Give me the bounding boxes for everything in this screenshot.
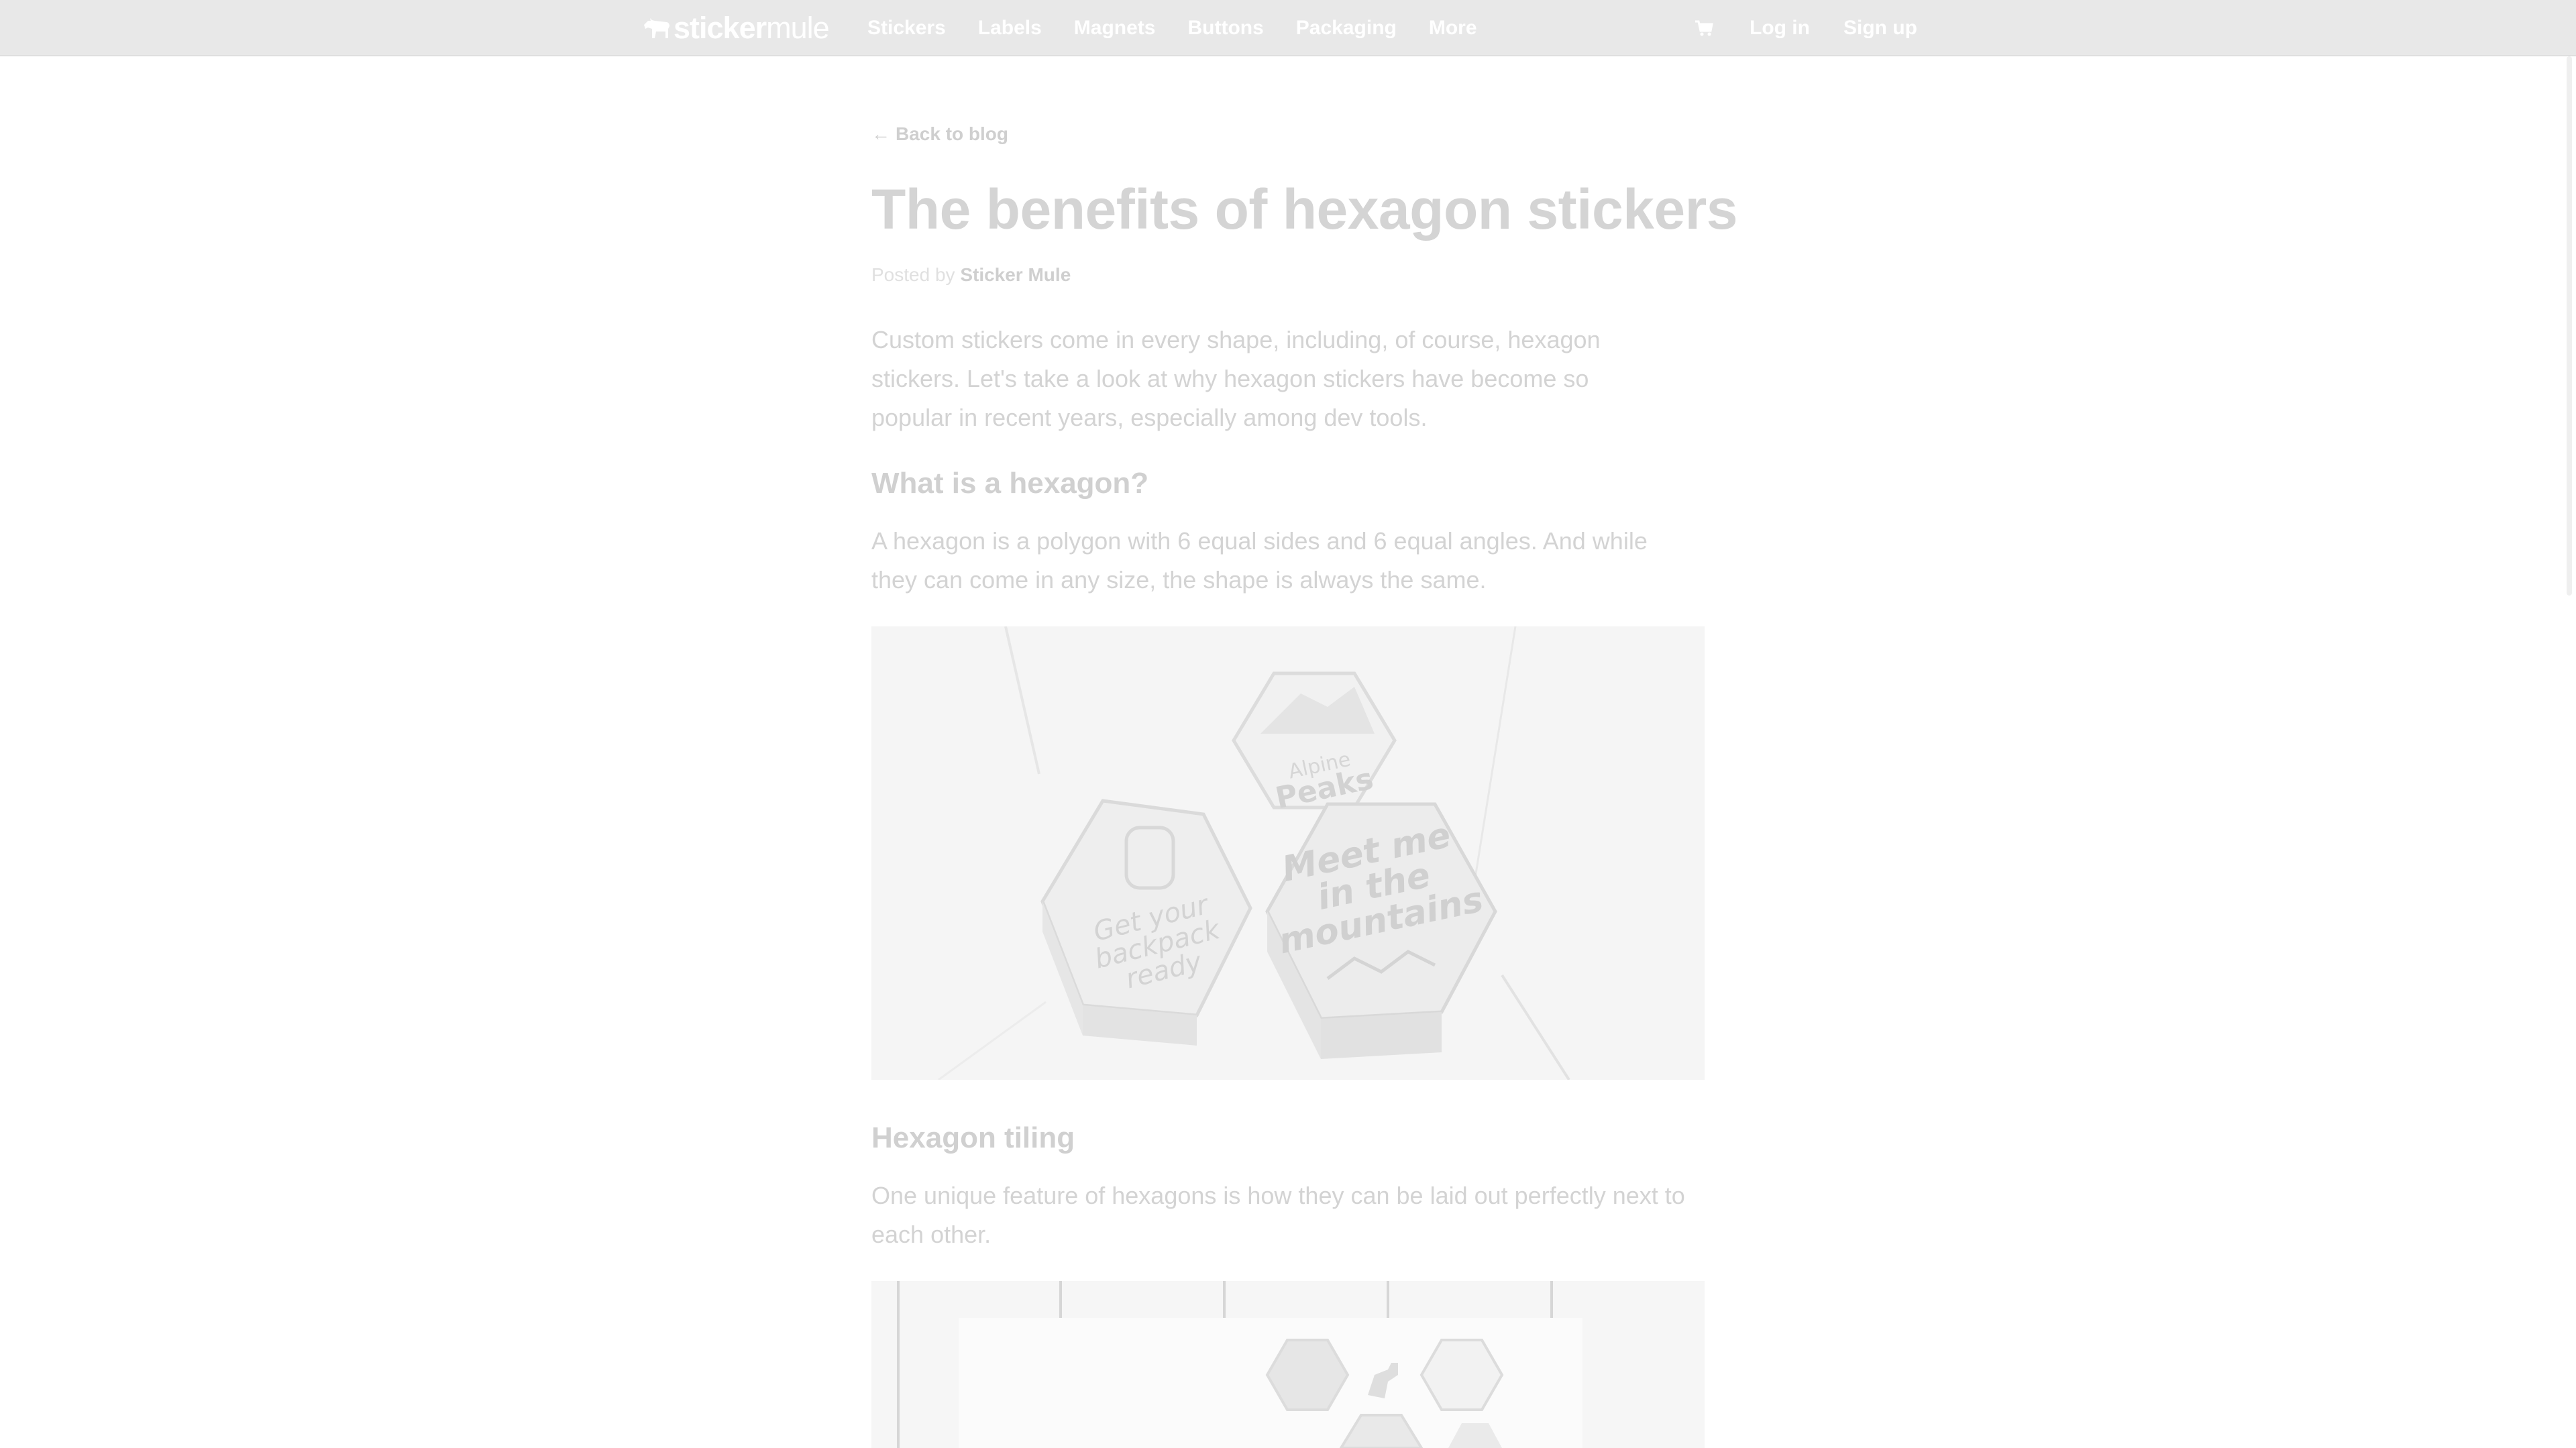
top-navigation-bar: sticker mule Stickers Labels Magnets But… bbox=[0, 0, 2576, 56]
section1-line: they can come in any size, the shape is … bbox=[871, 566, 1487, 594]
nav-link-magnets[interactable]: Magnets bbox=[1074, 17, 1156, 40]
intro-paragraph: Custom stickers come in every shape, inc… bbox=[871, 321, 1705, 437]
byline: Posted by Sticker Mule bbox=[871, 264, 1071, 286]
scrollbar-thumb[interactable] bbox=[2567, 56, 2572, 596]
article-title: The benefits of hexagon stickers bbox=[871, 178, 1738, 241]
arrow-left-icon: ← bbox=[871, 123, 890, 144]
intro-line: Custom stickers come in every shape, inc… bbox=[871, 326, 1601, 353]
section1-line: A hexagon is a polygon with 6 equal side… bbox=[871, 527, 1648, 555]
hexagon-tiling-illustration bbox=[871, 1281, 1705, 1448]
signup-link[interactable]: Sign up bbox=[1843, 17, 1917, 40]
intro-line: popular in recent years, especially amon… bbox=[871, 404, 1428, 431]
nav-link-more[interactable]: More bbox=[1429, 17, 1477, 40]
back-to-blog-label: Back to blog bbox=[896, 123, 1009, 144]
account-nav: Log in Sign up bbox=[1694, 0, 1917, 56]
brand-word-mule: mule bbox=[766, 11, 830, 45]
author-link[interactable]: Sticker Mule bbox=[960, 264, 1071, 285]
back-to-blog-link[interactable]: ← Back to blog bbox=[871, 123, 1008, 145]
section2-paragraph: One unique feature of hexagons is how th… bbox=[871, 1176, 1705, 1254]
section-heading-what-is-hexagon: What is a hexagon? bbox=[871, 467, 1149, 500]
intro-line: stickers. Let's take a look at why hexag… bbox=[871, 365, 1589, 392]
nav-link-stickers[interactable]: Stickers bbox=[867, 17, 946, 40]
hexagon-tiling-photo bbox=[871, 1281, 1705, 1448]
hexagon-stickers-illustration: Alpine Peaks Get your backpack ready Mee… bbox=[871, 626, 1705, 1080]
login-link[interactable]: Log in bbox=[1750, 17, 1810, 40]
page-scrollbar[interactable] bbox=[2563, 56, 2576, 1448]
posted-by-label: Posted by bbox=[871, 264, 955, 285]
nav-link-labels[interactable]: Labels bbox=[978, 17, 1042, 40]
cart-icon[interactable] bbox=[1694, 18, 1714, 38]
hexagon-stickers-photo: Alpine Peaks Get your backpack ready Mee… bbox=[871, 626, 1705, 1080]
section-heading-hexagon-tiling: Hexagon tiling bbox=[871, 1121, 1075, 1154]
primary-nav: Stickers Labels Magnets Buttons Packagin… bbox=[867, 0, 1509, 56]
mule-icon bbox=[644, 18, 669, 38]
brand-word-sticker: sticker bbox=[674, 11, 767, 45]
section2-line: each other. bbox=[871, 1221, 991, 1248]
section1-paragraph: A hexagon is a polygon with 6 equal side… bbox=[871, 522, 1705, 600]
section2-line: One unique feature of hexagons is how th… bbox=[871, 1182, 1685, 1209]
nav-link-buttons[interactable]: Buttons bbox=[1187, 17, 1263, 40]
nav-link-packaging[interactable]: Packaging bbox=[1296, 17, 1397, 40]
sticker-mule-logo[interactable]: sticker mule bbox=[641, 9, 830, 47]
